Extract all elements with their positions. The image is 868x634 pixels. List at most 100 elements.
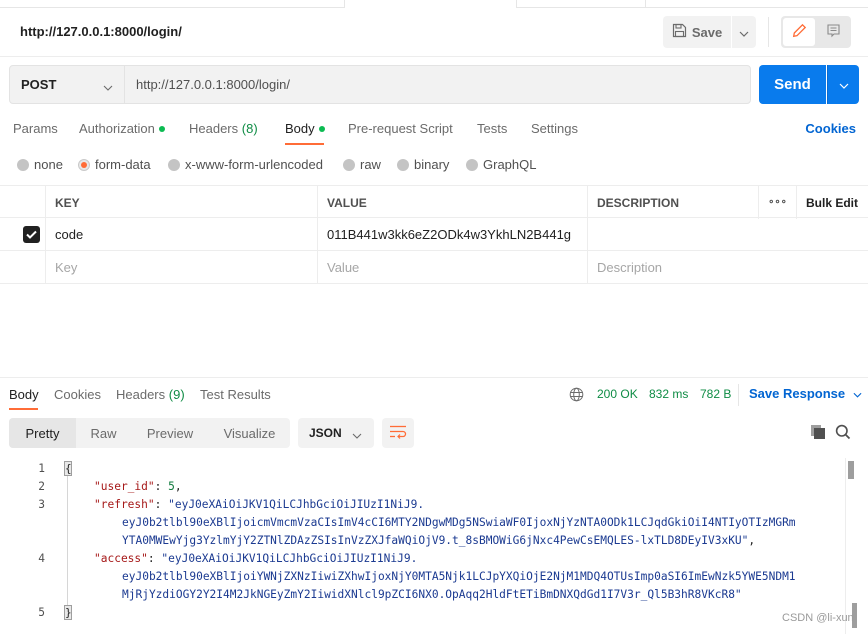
divider xyxy=(768,17,769,47)
cookies-link[interactable]: Cookies xyxy=(805,121,856,136)
value-placeholder[interactable]: Value xyxy=(317,251,587,284)
response-tabs: Body Cookies Headers (9) Test Results 20… xyxy=(0,384,868,410)
tab-pre-request-script[interactable]: Pre-request Script xyxy=(348,121,453,136)
code-line-wrapped: YTA0MWEwYjg3YzlmYjY2ZTNlZDAzZSIsInVzZXJf… xyxy=(122,534,756,547)
response-tab-headers[interactable]: Headers (9) xyxy=(116,387,185,402)
view-preview[interactable]: Preview xyxy=(131,418,209,448)
row-enabled-checkbox[interactable] xyxy=(23,226,40,243)
view-raw[interactable]: Raw xyxy=(76,418,131,448)
comments-button[interactable] xyxy=(817,18,849,46)
json-string: "eyJ0eXAiOiJKV1QiLCJhbGciOiJIUzI1NiJ9. xyxy=(161,552,418,565)
headers-count: (8) xyxy=(241,121,258,136)
code-line-wrapped: eyJ0b2tlbl90eXBlIjoiYWNjZXNzIiwiZXhwIjox… xyxy=(122,570,796,583)
column-key: KEY xyxy=(45,186,317,219)
pencil-icon xyxy=(792,23,807,41)
method-label: POST xyxy=(21,77,57,92)
description-cell[interactable] xyxy=(587,218,868,251)
save-options-button[interactable] xyxy=(732,16,756,48)
method-select[interactable]: POST xyxy=(9,65,125,104)
code-line: } xyxy=(64,605,72,620)
view-mode-toggle: Pretty Raw Preview Visualize xyxy=(9,418,290,448)
radio-circle xyxy=(397,158,409,171)
tab-label: Headers xyxy=(189,121,239,136)
send-button[interactable]: Send xyxy=(759,65,826,104)
url-input[interactable] xyxy=(124,65,751,104)
response-tab-body[interactable]: Body xyxy=(9,387,39,402)
search-icon[interactable] xyxy=(835,424,851,443)
value-cell[interactable]: 011B441w3kk6eZ2ODk4w3YkhLN2B441g xyxy=(317,218,587,251)
status-code[interactable]: 200 OK xyxy=(597,387,638,401)
radio-graphql[interactable]: GraphQL xyxy=(466,157,536,172)
response-tab-cookies[interactable]: Cookies xyxy=(54,387,101,402)
response-time[interactable]: 832 ms xyxy=(649,387,688,401)
response-tab-test-results[interactable]: Test Results xyxy=(200,387,271,402)
send-options-button[interactable] xyxy=(827,65,859,104)
key-cell[interactable]: code xyxy=(45,218,317,251)
indent-guide xyxy=(67,475,68,607)
globe-icon[interactable] xyxy=(569,387,584,405)
tab-headers[interactable]: Headers (8) xyxy=(189,121,258,136)
tab-params[interactable]: Params xyxy=(13,121,58,136)
json-key: "user_id" xyxy=(94,480,155,493)
headers-count: (9) xyxy=(168,387,185,402)
tab-authorization[interactable]: Authorization xyxy=(79,121,165,136)
more-options-button[interactable]: ∘∘∘ xyxy=(758,186,796,219)
wrap-lines-button[interactable] xyxy=(382,418,414,448)
edit-mode-button[interactable] xyxy=(783,18,815,46)
format-label: JSON xyxy=(309,426,342,440)
json-key: "refresh" xyxy=(94,498,155,511)
json-string: eyJ0b2tlbl90eXBlIjoiYWNjZXNzIiwiZXhwIjox… xyxy=(122,570,796,583)
save-response-button[interactable]: Save Response xyxy=(749,386,862,401)
radio-label: form-data xyxy=(95,157,151,172)
tab-label: Tests xyxy=(477,121,508,136)
bulk-edit-button[interactable]: Bulk Edit xyxy=(796,186,868,219)
column-value: VALUE xyxy=(317,186,587,219)
radio-circle xyxy=(168,158,180,171)
line-number: 1 xyxy=(38,462,45,475)
key-placeholder[interactable]: Key xyxy=(45,251,317,284)
comment-icon xyxy=(826,23,841,41)
json-string: MjRjYzdiOGY2Y2I4M2JkNGEyZmY2IiwidXNlcl9p… xyxy=(122,588,742,601)
description-placeholder[interactable]: Description xyxy=(587,251,868,284)
radio-circle xyxy=(17,158,29,171)
radio-binary[interactable]: binary xyxy=(397,157,449,172)
active-tab-indicator xyxy=(285,143,324,145)
response-size[interactable]: 782 B xyxy=(700,387,731,401)
tab-strip-segment xyxy=(516,0,646,8)
json-string: "eyJ0eXAiOiJKV1QiLCJhbGciOiJIUzI1NiJ9. xyxy=(168,498,425,511)
tab-label: Pre-request Script xyxy=(348,121,453,136)
json-key: "access" xyxy=(94,552,148,565)
chevron-down-icon xyxy=(853,386,862,401)
radio-label: none xyxy=(34,157,63,172)
json-string: eyJ0b2tlbl90eXBlIjoicmVmcmVzaCIsImV4cCI6… xyxy=(122,516,796,529)
pane-divider[interactable] xyxy=(0,377,868,378)
copy-icon[interactable] xyxy=(810,424,826,443)
wrap-lines-icon xyxy=(389,425,407,442)
save-button[interactable]: Save xyxy=(663,16,731,48)
radio-x-www-form-urlencoded[interactable]: x-www-form-urlencoded xyxy=(168,157,323,172)
response-body-editor[interactable]: 1 2 3 4 5 { "user_id": 5, "refresh": "ey… xyxy=(0,458,868,634)
request-title[interactable]: http://127.0.0.1:8000/login/ xyxy=(20,24,182,39)
body-type-radios: none form-data x-www-form-urlencoded raw… xyxy=(0,155,868,175)
radio-none[interactable]: none xyxy=(17,157,63,172)
tab-settings[interactable]: Settings xyxy=(531,121,578,136)
scrollbar-thumb[interactable] xyxy=(848,461,854,479)
column-description: DESCRIPTION xyxy=(587,186,758,219)
save-response-label: Save Response xyxy=(749,386,846,401)
tab-body[interactable]: Body xyxy=(285,121,325,136)
table-row: code 011B441w3kk6eZ2ODk4w3YkhLN2B441g xyxy=(0,218,868,251)
radio-circle xyxy=(343,158,355,171)
table-header-row: KEY VALUE DESCRIPTION ∘∘∘ Bulk Edit xyxy=(0,185,868,219)
view-visualize[interactable]: Visualize xyxy=(209,418,290,448)
check-icon xyxy=(26,227,37,242)
json-string: YTA0MWEwYjg3YzlmYjY2ZTNlZDAzZSIsInVzZXJf… xyxy=(122,534,749,547)
status-dot xyxy=(158,125,165,132)
format-select[interactable]: JSON xyxy=(298,418,374,448)
code-line: "refresh": "eyJ0eXAiOiJKV1QiLCJhbGciOiJI… xyxy=(94,498,425,511)
tab-tests[interactable]: Tests xyxy=(477,121,507,136)
radio-form-data[interactable]: form-data xyxy=(78,157,151,172)
view-pretty[interactable]: Pretty xyxy=(9,418,76,448)
chevron-down-icon xyxy=(839,77,849,92)
radio-raw[interactable]: raw xyxy=(343,157,381,172)
tab-strip-segment xyxy=(0,0,345,8)
